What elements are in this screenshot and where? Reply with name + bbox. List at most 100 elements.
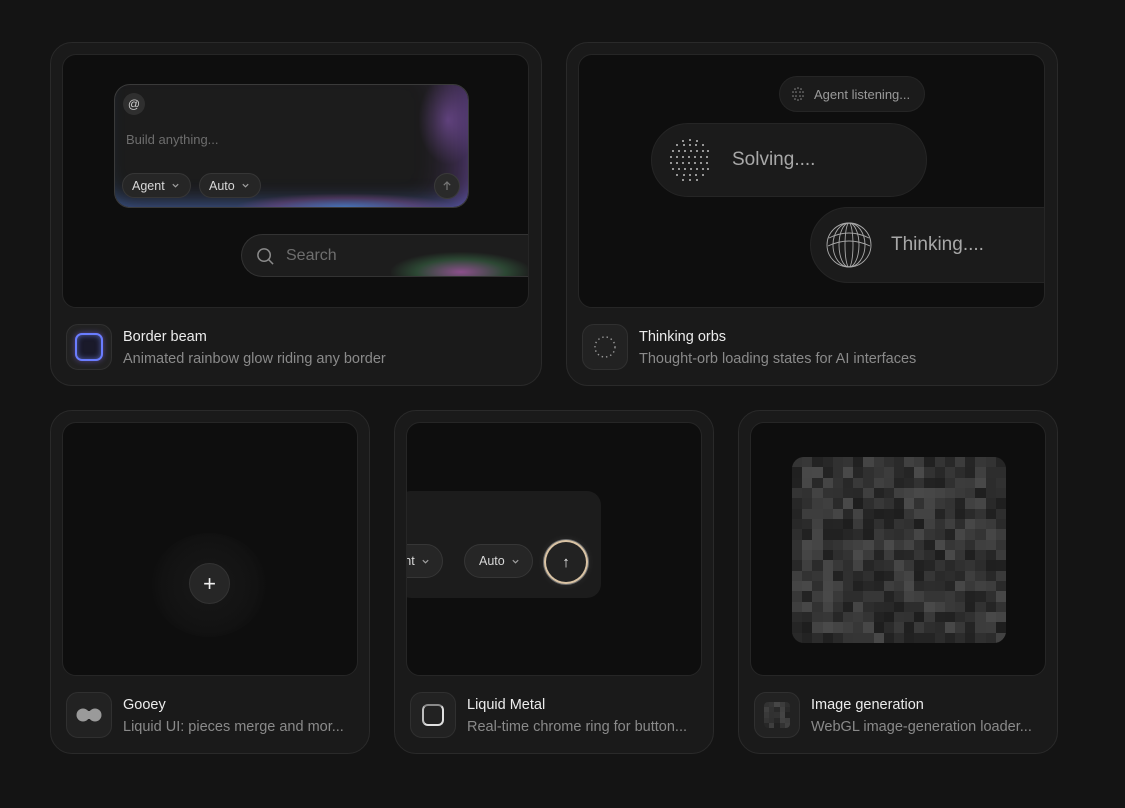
mosaic-cell — [812, 498, 823, 509]
chrome-send-button[interactable]: ↑ — [546, 542, 586, 582]
mosaic-cell — [975, 580, 986, 592]
mosaic-cell — [955, 591, 966, 602]
mosaic-cell — [975, 560, 986, 571]
mosaic-cell — [904, 549, 915, 561]
mosaic-cell — [842, 487, 854, 499]
mosaic-cell — [904, 580, 915, 592]
mosaic-cell — [792, 549, 803, 561]
dotted-circle-icon — [594, 336, 616, 358]
mosaic-cell — [995, 601, 1006, 612]
mosaic-cell — [873, 632, 884, 643]
mosaic-cell — [802, 570, 813, 581]
mosaic-cell — [792, 622, 803, 633]
card-liquid-metal[interactable]: Agent Auto ↑ Liquid Metal Real-time chro… — [394, 410, 714, 754]
mosaic-cell — [822, 467, 833, 478]
mosaic-cell — [914, 549, 925, 561]
mosaic-cell — [893, 487, 905, 499]
agent-mode-pill[interactable]: Agent — [122, 173, 191, 198]
at-mention-button[interactable]: @ — [123, 93, 145, 115]
mosaic-cell — [822, 570, 833, 581]
mosaic-cell — [863, 529, 874, 540]
mosaic-cell — [883, 622, 894, 633]
plus-button[interactable]: + — [189, 563, 230, 604]
mosaic-cell — [995, 457, 1006, 468]
card-thinking-orbs[interactable]: Agent listening... Solving.... Thinking.… — [566, 42, 1058, 386]
card-description: WebGL image-generation loader... — [811, 719, 1032, 735]
mosaic-cell — [904, 622, 915, 633]
mosaic-cell — [904, 457, 915, 468]
mosaic-cell — [863, 518, 874, 530]
auto-model-label: Auto — [209, 178, 235, 193]
mosaic-cell — [955, 570, 966, 581]
search-placeholder: Search — [286, 247, 337, 264]
agent-mode-pill[interactable]: Agent — [407, 544, 443, 578]
mosaic-cell — [792, 570, 803, 581]
mosaic-cell — [944, 622, 956, 633]
mosaic-cell — [944, 580, 956, 592]
pixel-mosaic — [792, 457, 1006, 643]
mosaic-cell — [832, 508, 843, 519]
mosaic-cell — [924, 457, 935, 468]
arrow-up-icon — [443, 181, 451, 190]
gooey-preview: + — [62, 422, 358, 676]
mosaic-cell — [975, 508, 986, 519]
mosaic-cell — [832, 632, 843, 643]
mosaic-cell — [904, 539, 915, 550]
mosaic-cell — [812, 611, 823, 623]
mosaic-cell — [975, 477, 986, 488]
mosaic-cell — [883, 539, 894, 550]
arrow-up-icon: ↑ — [562, 553, 570, 571]
thinking-chip: Thinking.... — [810, 207, 1044, 283]
chevron-down-icon — [242, 183, 249, 188]
mosaic-cell — [802, 467, 813, 478]
mosaic-cell — [934, 622, 945, 633]
mosaic-cell — [965, 611, 976, 623]
mosaic-cell — [893, 632, 905, 643]
liquid-metal-composer[interactable]: Agent Auto ↑ — [407, 491, 601, 598]
mosaic-cell — [853, 518, 864, 530]
mosaic-cell — [863, 477, 874, 488]
search-bar[interactable]: Search — [241, 234, 528, 277]
card-image-generation[interactable]: Image generation WebGL image-generation … — [738, 410, 1058, 754]
card-description: Thought-orb loading states for AI interf… — [639, 351, 917, 367]
mosaic-cell — [975, 539, 986, 550]
mosaic-cell — [944, 539, 956, 550]
mosaic-cell — [863, 622, 874, 633]
send-button[interactable] — [434, 173, 460, 199]
mosaic-cell — [883, 611, 894, 623]
mosaic-cell — [792, 632, 803, 643]
mosaic-cell — [832, 467, 843, 478]
mosaic-cell — [822, 591, 833, 602]
composer-box[interactable]: @ Build anything... Agent Auto — [114, 84, 469, 208]
mosaic-cell — [975, 498, 986, 509]
mosaic-cell — [812, 508, 823, 519]
mosaic-cell — [965, 570, 976, 581]
auto-model-pill[interactable]: Auto — [464, 544, 533, 578]
mosaic-cell — [924, 560, 935, 571]
mosaic-cell — [802, 477, 813, 488]
mosaic-cell — [995, 591, 1006, 602]
card-gooey[interactable]: + Gooey Liquid UI: pieces merge and mor.… — [50, 410, 370, 754]
mosaic-cell — [883, 529, 894, 540]
mosaic-cell — [792, 580, 803, 592]
chevron-down-icon — [512, 559, 519, 564]
mosaic-cell — [965, 539, 976, 550]
mosaic-cell — [995, 508, 1006, 519]
mosaic-cell — [904, 508, 915, 519]
agent-mode-label: Agent — [407, 554, 415, 568]
mosaic-cell — [914, 570, 925, 581]
mosaic-cell — [802, 549, 813, 561]
mosaic-cell — [904, 611, 915, 623]
mosaic-cell — [975, 457, 986, 468]
mosaic-cell — [914, 529, 925, 540]
mosaic-cell — [893, 518, 905, 530]
card-border-beam[interactable]: @ Build anything... Agent Auto Search Bo… — [50, 42, 542, 386]
mosaic-cell — [873, 570, 884, 581]
mosaic-cell — [934, 487, 945, 499]
mosaic-cell — [832, 611, 843, 623]
mosaic-cell — [863, 611, 874, 623]
mosaic-cell — [985, 487, 996, 499]
mosaic-cell — [944, 508, 956, 519]
mosaic-cell — [883, 570, 894, 581]
auto-model-pill[interactable]: Auto — [199, 173, 261, 198]
